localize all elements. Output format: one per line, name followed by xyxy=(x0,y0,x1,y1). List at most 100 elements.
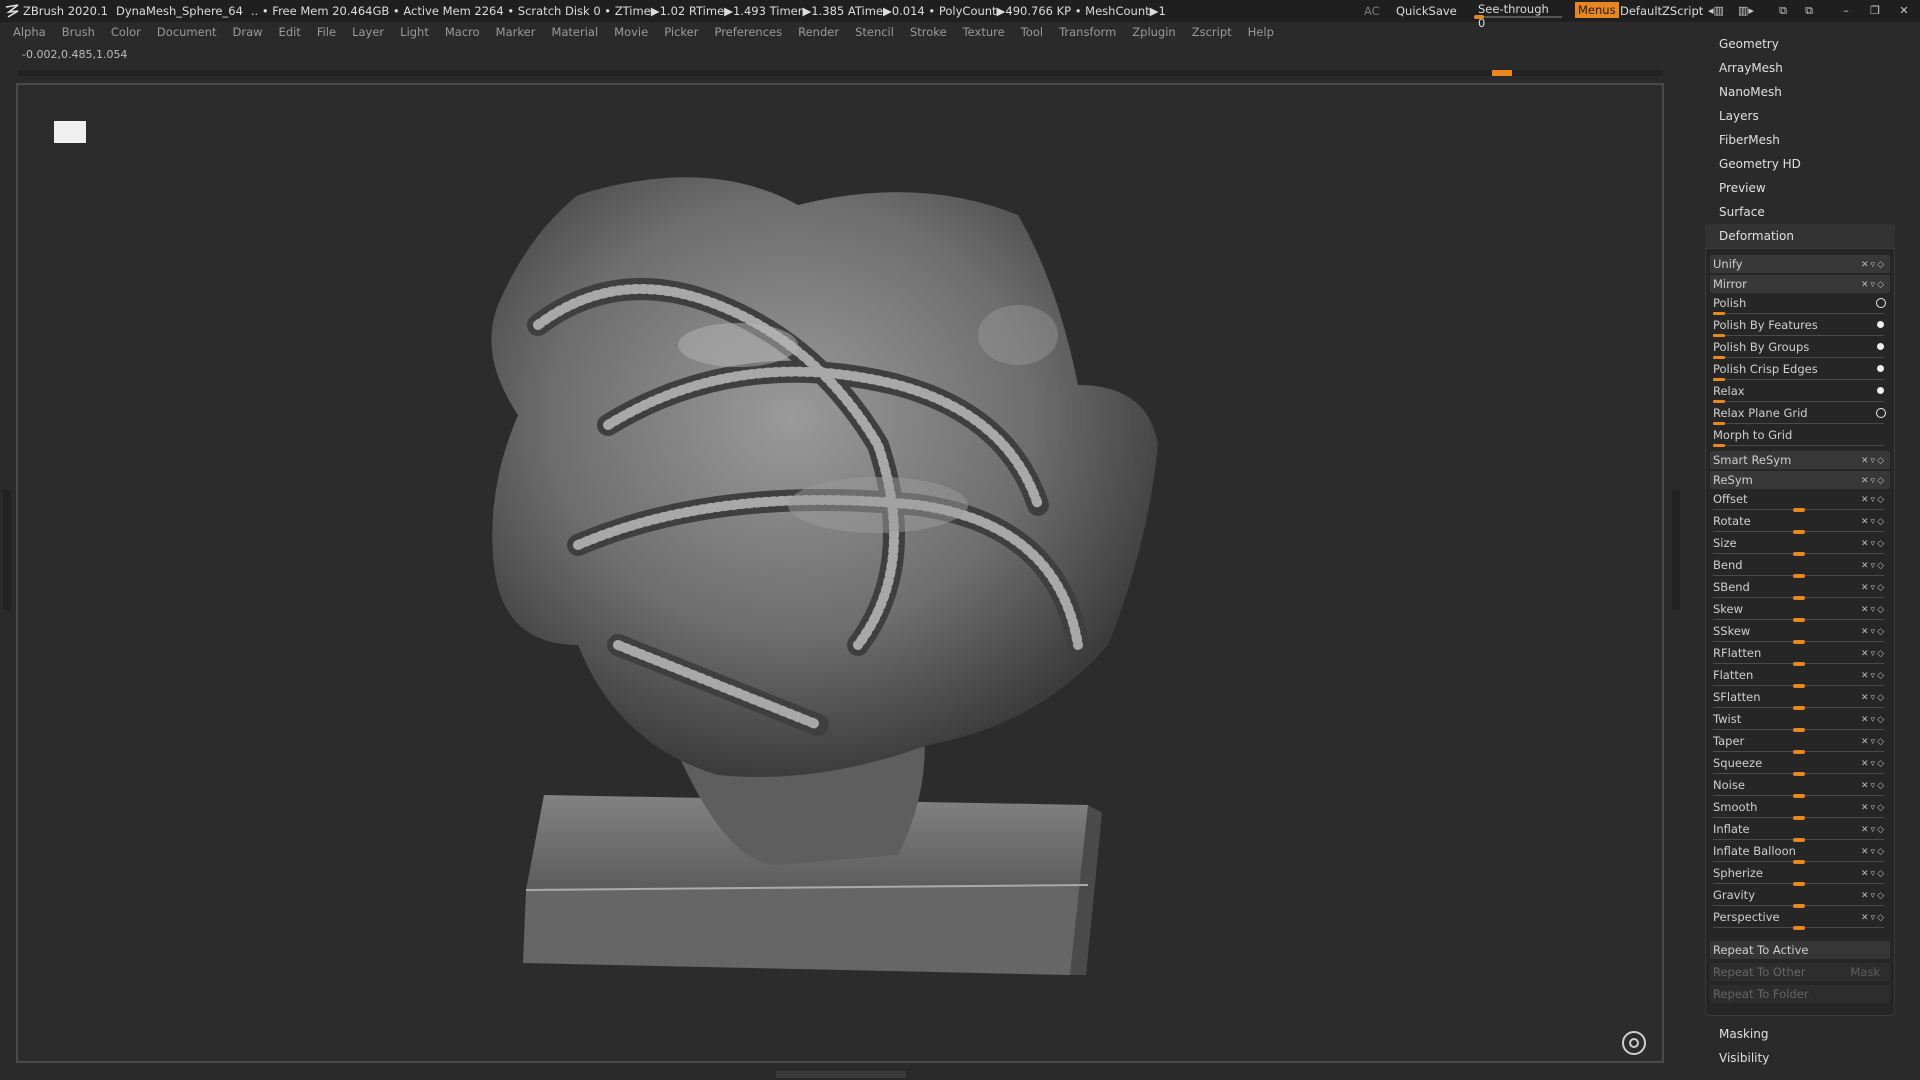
menu-stencil[interactable]: Stencil xyxy=(855,25,894,39)
category-visibility[interactable]: Visibility xyxy=(1705,1046,1895,1070)
slider-knob[interactable] xyxy=(1793,794,1805,798)
menu-material[interactable]: Material xyxy=(551,25,598,39)
noise-slider[interactable]: Noise ✕▿◇ xyxy=(1710,777,1890,799)
layout-right-icon[interactable]: ▥▸ xyxy=(1738,4,1754,18)
menu-picker[interactable]: Picker xyxy=(664,25,698,39)
category-fibermesh[interactable]: FiberMesh xyxy=(1705,128,1895,152)
xyz-axis-icon[interactable]: ✕▿◇ xyxy=(1861,452,1886,470)
xyz-axis-icon[interactable]: ✕▿◇ xyxy=(1861,844,1886,860)
slider-knob[interactable] xyxy=(1793,530,1805,534)
xyz-axis-icon[interactable]: ✕▿◇ xyxy=(1861,514,1886,530)
category-arraymesh[interactable]: ArrayMesh xyxy=(1705,56,1895,80)
menu-file[interactable]: File xyxy=(317,25,336,39)
slider-knob[interactable] xyxy=(1793,772,1805,776)
polish-slider[interactable]: Polish xyxy=(1710,295,1890,317)
inflate-slider[interactable]: Inflate ✕▿◇ xyxy=(1710,821,1890,843)
inflate-balloon-slider[interactable]: Inflate Balloon ✕▿◇ xyxy=(1710,843,1890,865)
slider-knob[interactable] xyxy=(1793,508,1805,512)
menus-toggle[interactable]: Menus xyxy=(1575,2,1619,18)
xyz-axis-icon[interactable]: ✕▿◇ xyxy=(1861,690,1886,706)
skew-slider[interactable]: Skew ✕▿◇ xyxy=(1710,601,1890,623)
smart-resym-button[interactable]: Smart ReSym ✕▿◇ xyxy=(1710,451,1890,469)
slider-fill[interactable] xyxy=(1713,422,1725,425)
xyz-axis-icon[interactable]: ✕▿◇ xyxy=(1861,492,1886,508)
menu-light[interactable]: Light xyxy=(400,25,429,39)
menu-layer[interactable]: Layer xyxy=(352,25,384,39)
paste-icon[interactable]: ⧉ xyxy=(1802,4,1816,18)
xyz-axis-icon[interactable]: ✕▿◇ xyxy=(1861,276,1886,294)
bottom-tray-handle[interactable] xyxy=(776,1071,906,1078)
xyz-axis-icon[interactable]: ✕▿◇ xyxy=(1861,558,1886,574)
xyz-axis-icon[interactable]: ✕▿◇ xyxy=(1861,888,1886,904)
repeat-to-active-button[interactable]: Repeat To Active xyxy=(1710,941,1890,959)
menu-tool[interactable]: Tool xyxy=(1021,25,1043,39)
sbend-slider[interactable]: SBend ✕▿◇ xyxy=(1710,579,1890,601)
sflatten-slider[interactable]: SFlatten ✕▿◇ xyxy=(1710,689,1890,711)
menu-render[interactable]: Render xyxy=(798,25,839,39)
squeeze-slider[interactable]: Squeeze ✕▿◇ xyxy=(1710,755,1890,777)
category-masking[interactable]: Masking xyxy=(1705,1022,1895,1046)
see-through-slider[interactable]: See-through 0 xyxy=(1472,2,1562,30)
bend-slider[interactable]: Bend ✕▿◇ xyxy=(1710,557,1890,579)
xyz-axis-icon[interactable]: ✕▿◇ xyxy=(1861,580,1886,596)
slider-knob[interactable] xyxy=(1793,750,1805,754)
slider-knob[interactable] xyxy=(1793,838,1805,842)
right-tray-handle[interactable] xyxy=(1672,490,1680,610)
xyz-axis-icon[interactable]: ✕▿◇ xyxy=(1861,668,1886,684)
category-nanomesh[interactable]: NanoMesh xyxy=(1705,80,1895,104)
menu-zscript[interactable]: Zscript xyxy=(1192,25,1232,39)
slider-knob[interactable] xyxy=(1793,882,1805,886)
menu-macro[interactable]: Macro xyxy=(445,25,480,39)
close-icon[interactable]: ✕ xyxy=(1897,4,1911,18)
menu-transform[interactable]: Transform xyxy=(1059,25,1116,39)
slider-knob[interactable] xyxy=(1793,816,1805,820)
category-layers[interactable]: Layers xyxy=(1705,104,1895,128)
left-tray-handle[interactable] xyxy=(3,490,11,610)
rotate-slider[interactable]: Rotate ✕▿◇ xyxy=(1710,513,1890,535)
perspective-slider[interactable]: Perspective ✕▿◇ xyxy=(1710,909,1890,931)
menu-stroke[interactable]: Stroke xyxy=(910,25,947,39)
morph-to-grid-slider[interactable]: Morph to Grid xyxy=(1710,427,1890,449)
xyz-axis-icon[interactable]: ✕▿◇ xyxy=(1861,910,1886,926)
flatten-slider[interactable]: Flatten ✕▿◇ xyxy=(1710,667,1890,689)
slider-knob[interactable] xyxy=(1793,706,1805,710)
layout-left-icon[interactable]: ◂▥ xyxy=(1708,4,1724,18)
slider-knob[interactable] xyxy=(1793,618,1805,622)
menu-color[interactable]: Color xyxy=(111,25,141,39)
twist-slider[interactable]: Twist ✕▿◇ xyxy=(1710,711,1890,733)
slider-fill[interactable] xyxy=(1713,444,1725,447)
ring-indicator-icon[interactable] xyxy=(1876,408,1886,418)
sskew-slider[interactable]: SSkew ✕▿◇ xyxy=(1710,623,1890,645)
relax-slider[interactable]: Relax xyxy=(1710,383,1890,405)
timeline-strip[interactable] xyxy=(18,70,1663,76)
xyz-axis-icon[interactable]: ✕▿◇ xyxy=(1861,256,1886,274)
slider-knob[interactable] xyxy=(1793,904,1805,908)
gravity-slider[interactable]: Gravity ✕▿◇ xyxy=(1710,887,1890,909)
category-geometry-hd[interactable]: Geometry HD xyxy=(1705,152,1895,176)
slider-knob[interactable] xyxy=(1793,552,1805,556)
copy-icon[interactable]: ⧉ xyxy=(1776,4,1790,18)
menu-preferences[interactable]: Preferences xyxy=(714,25,782,39)
category-preview[interactable]: Preview xyxy=(1705,176,1895,200)
dot-indicator-icon[interactable] xyxy=(1877,387,1884,394)
smooth-slider[interactable]: Smooth ✕▿◇ xyxy=(1710,799,1890,821)
repeat-to-other-button[interactable]: Repeat To Other Mask xyxy=(1710,963,1890,981)
slider-knob[interactable] xyxy=(1793,640,1805,644)
default-zscript-button[interactable]: DefaultZScript xyxy=(1620,0,1703,22)
dot-indicator-icon[interactable] xyxy=(1877,343,1884,350)
slider-fill[interactable] xyxy=(1713,378,1725,381)
resym-button[interactable]: ReSym ✕▿◇ xyxy=(1710,471,1890,489)
minimize-icon[interactable]: – xyxy=(1839,4,1853,18)
slider-fill[interactable] xyxy=(1713,312,1725,315)
dot-indicator-icon[interactable] xyxy=(1877,365,1884,372)
menu-marker[interactable]: Marker xyxy=(496,25,536,39)
canvas-viewport[interactable] xyxy=(16,83,1664,1063)
slider-knob[interactable] xyxy=(1793,684,1805,688)
slider-knob[interactable] xyxy=(1793,662,1805,666)
timeline-marker[interactable] xyxy=(1492,70,1512,76)
xyz-axis-icon[interactable]: ✕▿◇ xyxy=(1861,536,1886,552)
xyz-axis-icon[interactable]: ✕▿◇ xyxy=(1861,756,1886,772)
category-geometry[interactable]: Geometry xyxy=(1705,32,1895,56)
polish-by-features-slider[interactable]: Polish By Features xyxy=(1710,317,1890,339)
maximize-icon[interactable]: ❐ xyxy=(1868,4,1882,18)
